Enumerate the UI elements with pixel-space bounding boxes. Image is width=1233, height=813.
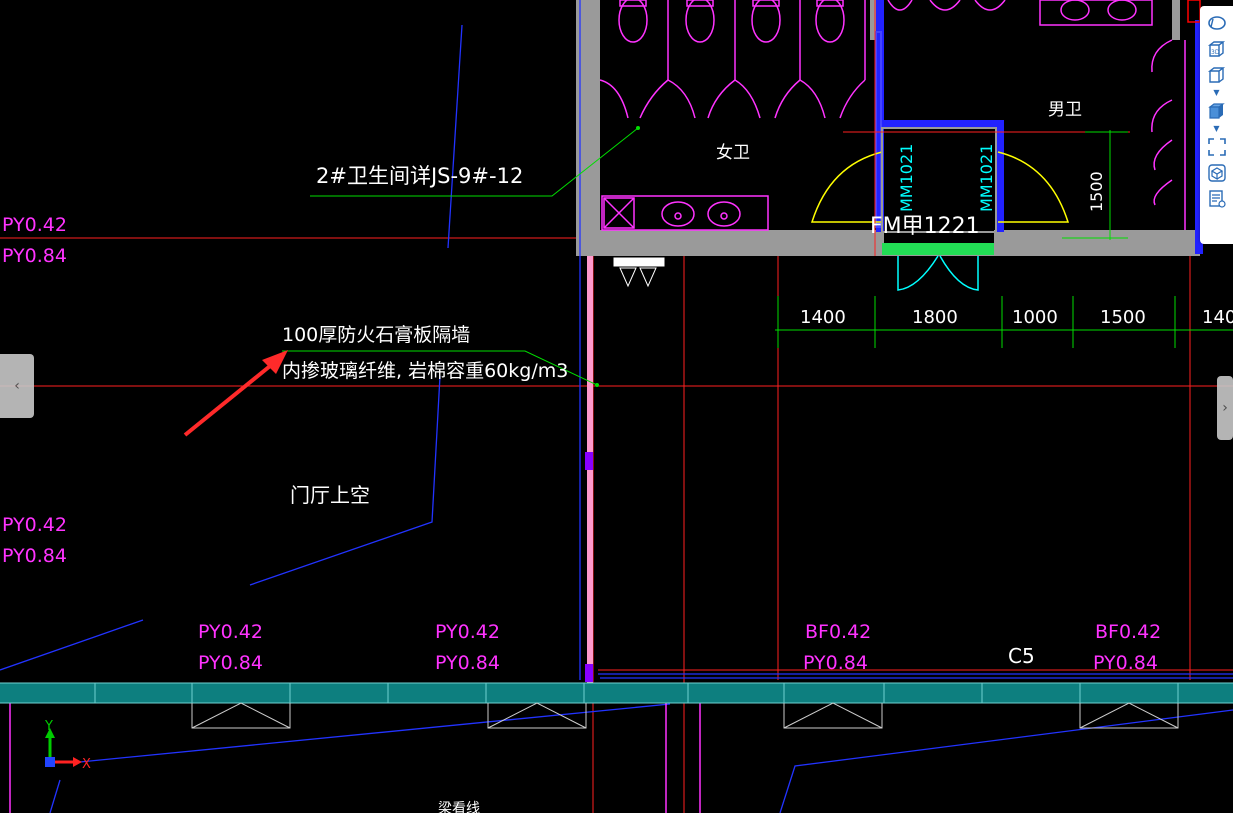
cube-view-icon [1207,103,1225,119]
tag-left-lower-1: PY0.42 [2,514,67,536]
door-tag-right: MM1021 [977,144,996,212]
3d-label: 3D [1211,49,1220,56]
fire-door-label: FM甲1221 [870,214,980,239]
box-view-icon [1207,67,1225,83]
detail-ref-label: 2#卫生间详JS-9#-12 [316,164,523,188]
tag-bottom2-2: PY0.84 [435,652,500,674]
ucs-icon: Y X [44,719,91,772]
box-view-button[interactable] [1204,63,1230,87]
tag-bottom4-2: PY0.84 [1093,652,1158,674]
properties-icon [1208,190,1226,208]
fullscreen-button[interactable] [1204,135,1230,159]
orbit-button[interactable] [1204,11,1230,35]
orbit-icon [1207,16,1226,30]
chevron-right-icon: › [1222,400,1228,416]
viewcube-icon [1207,164,1226,182]
view-3d-button[interactable]: 3D [1204,37,1230,61]
dim-1400-b: 1400 [1202,307,1233,328]
door-dimension: 1500 [1087,171,1106,212]
dim-1800: 1800 [912,307,958,328]
male-wc-label: 男卫 [1048,100,1082,120]
tag-bottom1-1: PY0.42 [198,621,263,643]
tag-bottom1-2: PY0.84 [198,652,263,674]
column-tag: C5 [1008,644,1035,668]
wall-note-line2: 内掺玻璃纤维, 岩棉容重60kg/m3 [282,360,568,382]
beam-line-label: 梁看线 [438,801,480,813]
ucs-x-label: X [82,757,91,772]
left-collapse-tab[interactable]: ‹ [0,354,34,418]
tag-left-lower-2: PY0.84 [2,545,67,567]
cad-canvas[interactable]: 2#卫生间详JS-9#-12 100厚防火石膏板隔墙 内掺玻璃纤维, 岩棉容重6… [0,0,1233,813]
dim-1500: 1500 [1100,307,1146,328]
dim-1400-a: 1400 [800,307,846,328]
ucs-y-label: Y [44,719,53,734]
viewcube-button[interactable] [1204,161,1230,185]
tag-left-upper-2: PY0.84 [2,245,67,267]
tag-bottom3-2: PY0.84 [803,652,868,674]
right-collapse-tab[interactable]: › [1217,376,1233,440]
chevron-down-icon-2[interactable]: ▼ [1204,124,1230,134]
chevron-down-icon[interactable]: ▼ [1204,88,1230,98]
chevron-left-icon: ‹ [14,378,20,394]
view-toolbar: 3D ▼ ▼ [1200,6,1233,244]
female-wc-label: 女卫 [716,143,750,163]
3d-view-icon: 3D [1207,41,1225,57]
tag-bottom4-1: BF0.42 [1095,621,1161,643]
dim-1000: 1000 [1012,307,1058,328]
properties-button[interactable] [1204,187,1230,211]
tag-bottom2-1: PY0.42 [435,621,500,643]
fullscreen-icon [1207,138,1226,156]
lobby-void-label: 门厅上空 [290,483,370,507]
door-tag-left: MM1021 [897,144,916,212]
tag-bottom3-1: BF0.42 [805,621,871,643]
cube-view-button[interactable] [1204,99,1230,123]
tag-left-upper-1: PY0.42 [2,214,67,236]
wall-note-line1: 100厚防火石膏板隔墙 [282,323,470,346]
